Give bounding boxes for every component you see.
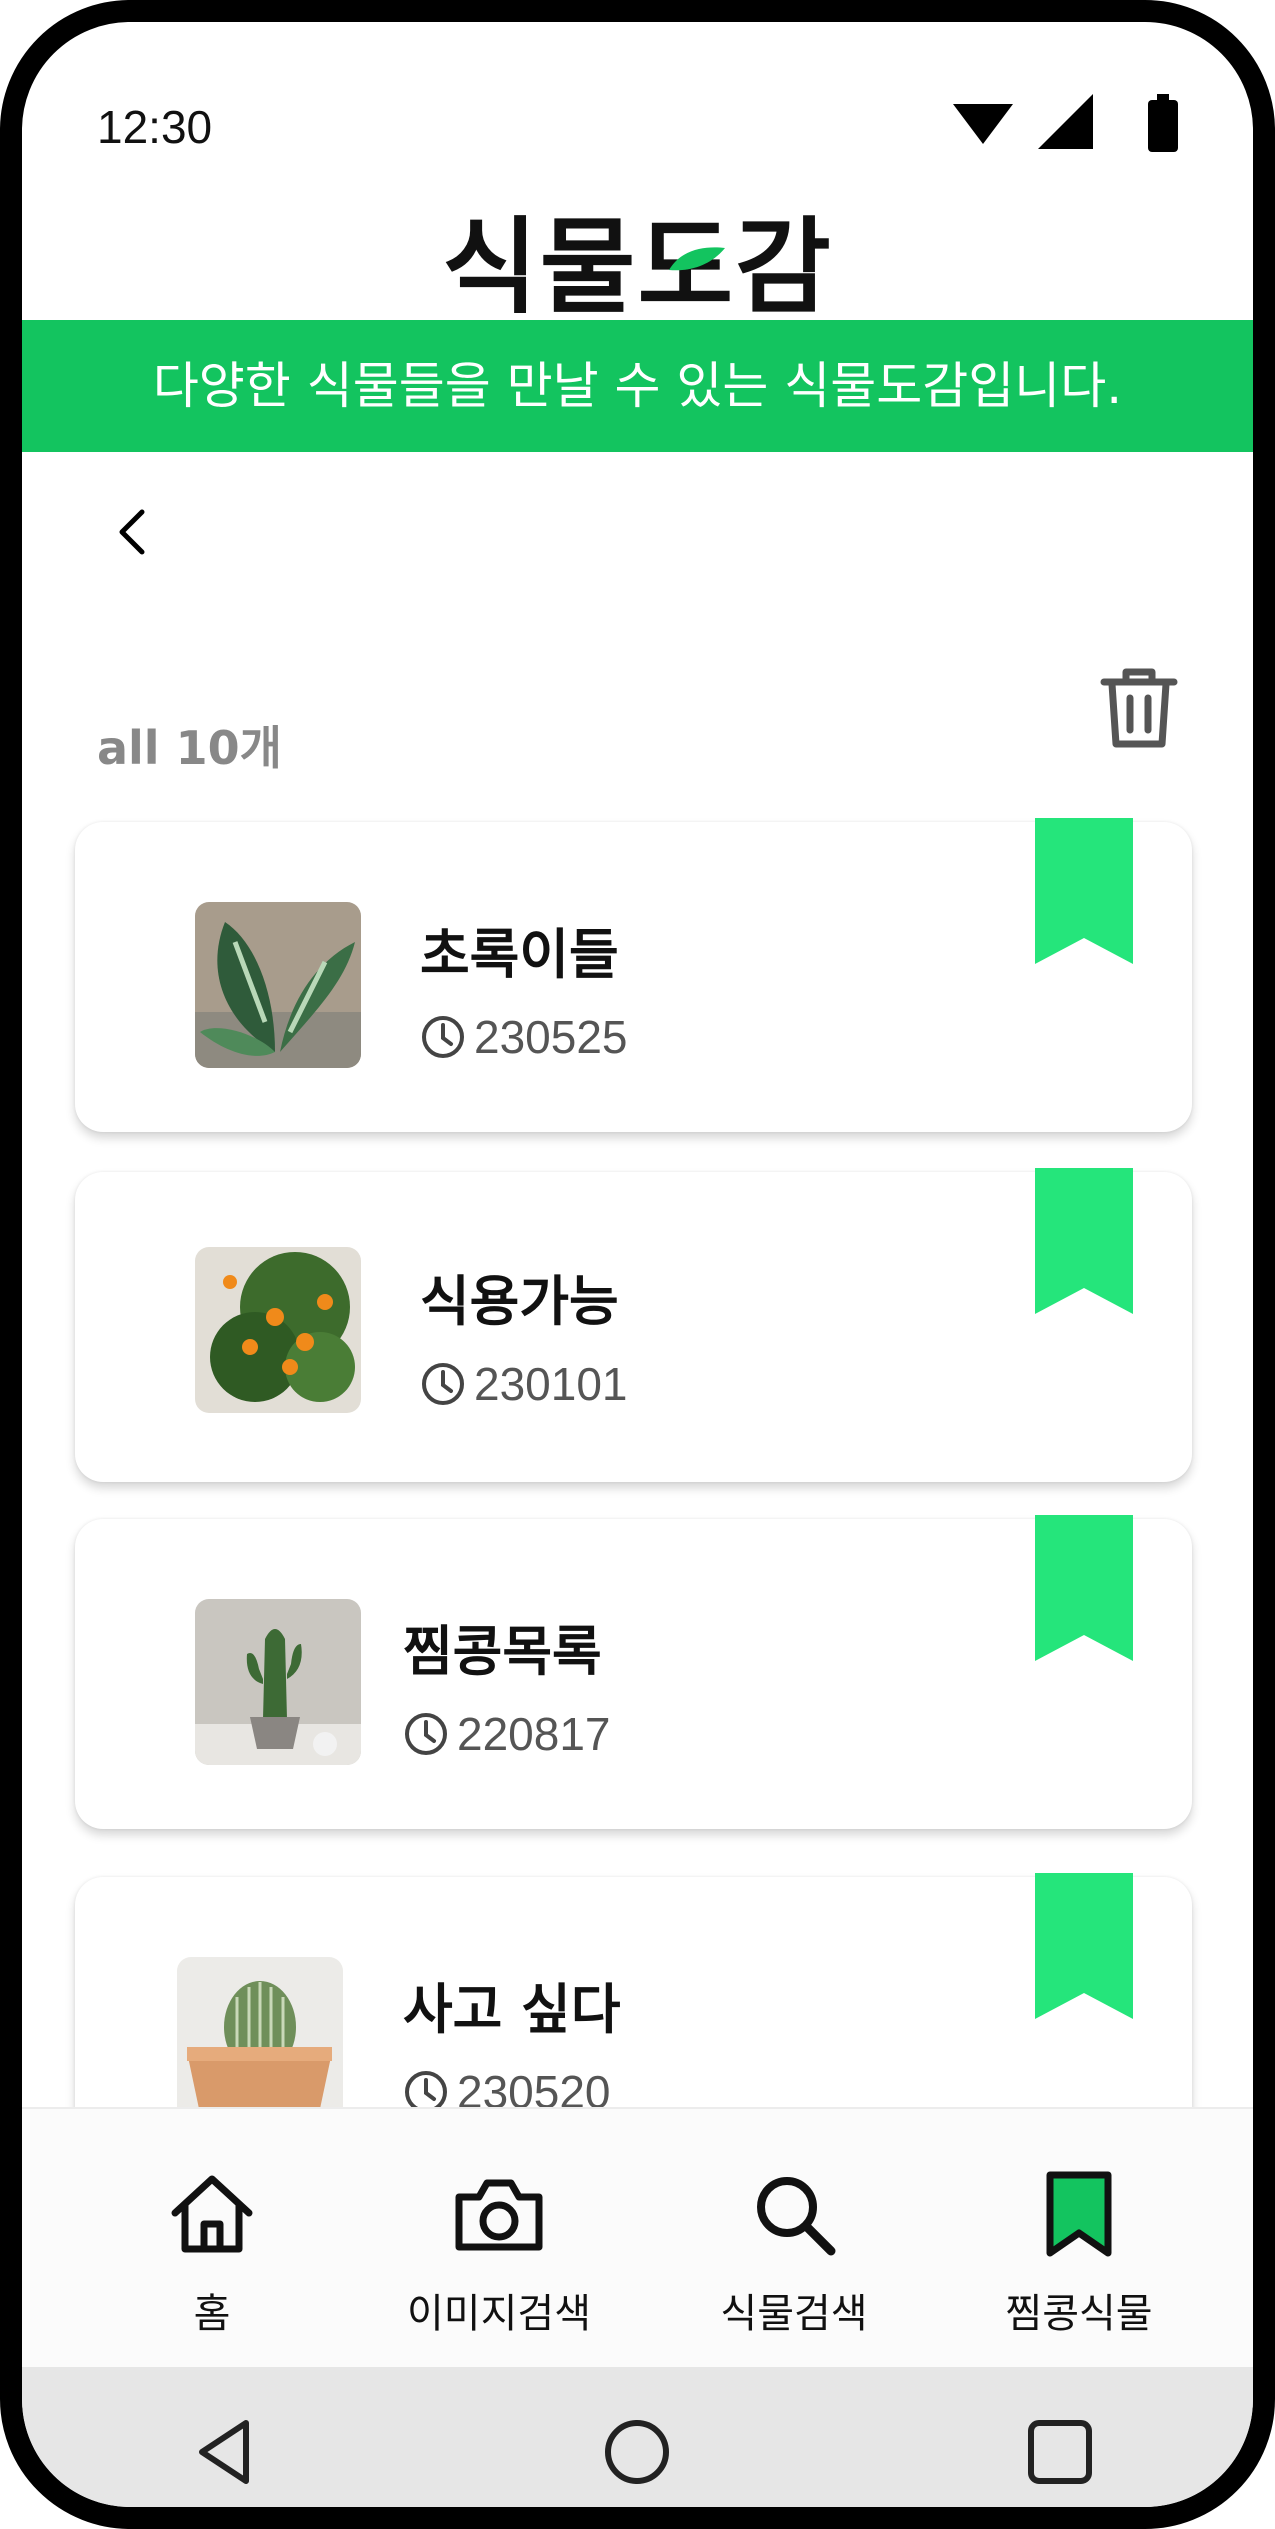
leaf-icon (669, 247, 725, 271)
wifi-icon (953, 104, 1013, 144)
plant-thumbnail (177, 1957, 343, 2123)
search-icon (757, 2177, 836, 2256)
card-date-text: 230101 (474, 1358, 628, 1410)
plant-thumbnail (195, 902, 361, 1068)
card-title: 사고 싶다 (403, 1978, 621, 2041)
signal-icon (1038, 94, 1093, 149)
nav-plant-search[interactable]: 식물검색 (644, 2109, 944, 2369)
camera-icon (455, 2179, 543, 2251)
bookmark-icon (1046, 2171, 1112, 2257)
card-title: 초록이들 (420, 923, 619, 986)
nav-plant-search-label: 식물검색 (720, 2291, 868, 2337)
item-count-label: all 10개 (97, 721, 282, 775)
list-card[interactable]: 식용가능 230101 (75, 1168, 1192, 1482)
clock-icon (405, 1713, 447, 1755)
card-date: 230101 (420, 1357, 628, 1411)
home-icon (171, 2175, 253, 2253)
card-title: 식용가능 (420, 1270, 619, 1333)
app-title: 식물도감 (442, 206, 833, 328)
bookmark-icon[interactable] (1035, 818, 1133, 964)
banner-text: 다양한 식물들을 만날 수 있는 식물도감입니다. (152, 357, 1123, 415)
back-chevron-icon[interactable] (102, 492, 162, 572)
recents-square-icon[interactable] (1025, 2417, 1095, 2487)
info-banner: 다양한 식물들을 만날 수 있는 식물도감입니다. (22, 320, 1253, 452)
nav-home[interactable]: 홈 (62, 2109, 362, 2369)
status-icons (953, 94, 1178, 152)
plant-thumbnail (195, 1599, 361, 1765)
nav-bookmarked-plants-label: 찜콩식물 (1005, 2291, 1153, 2337)
card-title: 찜콩목록 (403, 1620, 602, 1683)
phone-frame: 12:30 식물도감 다양한 식물들을 만날 수 있는 식물도감입니다. all… (0, 0, 1275, 2529)
nav-image-search-label: 이미지검색 (407, 2291, 591, 2337)
card-date: 230525 (420, 1010, 628, 1064)
status-time: 12:30 (97, 101, 213, 153)
trash-icon[interactable] (1094, 662, 1184, 752)
battery-icon (1148, 94, 1178, 152)
card-date-text: 220817 (457, 1708, 611, 1760)
card-date: 220817 (403, 1707, 611, 1761)
nav-image-search[interactable]: 이미지검색 (349, 2109, 649, 2369)
system-nav-bar (22, 2367, 1253, 2507)
home-circle-icon[interactable] (602, 2417, 672, 2487)
card-date-text: 230525 (474, 1011, 628, 1063)
bookmark-icon[interactable] (1035, 1515, 1133, 1661)
bookmark-icon[interactable] (1035, 1873, 1133, 2019)
clock-icon (422, 1363, 464, 1405)
bottom-nav: 홈 이미지검색 식물검색 찜콩식물 (22, 2107, 1253, 2369)
bookmark-icon[interactable] (1035, 1168, 1133, 1314)
back-triangle-icon[interactable] (194, 2417, 254, 2487)
clock-icon (422, 1016, 464, 1058)
plant-thumbnail (195, 1247, 361, 1413)
nav-bookmarked-plants[interactable]: 찜콩식물 (929, 2109, 1229, 2369)
list-card[interactable]: 찜콩목록 220817 (75, 1515, 1192, 1829)
list-card[interactable]: 초록이들 230525 (75, 818, 1192, 1132)
nav-home-label: 홈 (193, 2291, 231, 2337)
